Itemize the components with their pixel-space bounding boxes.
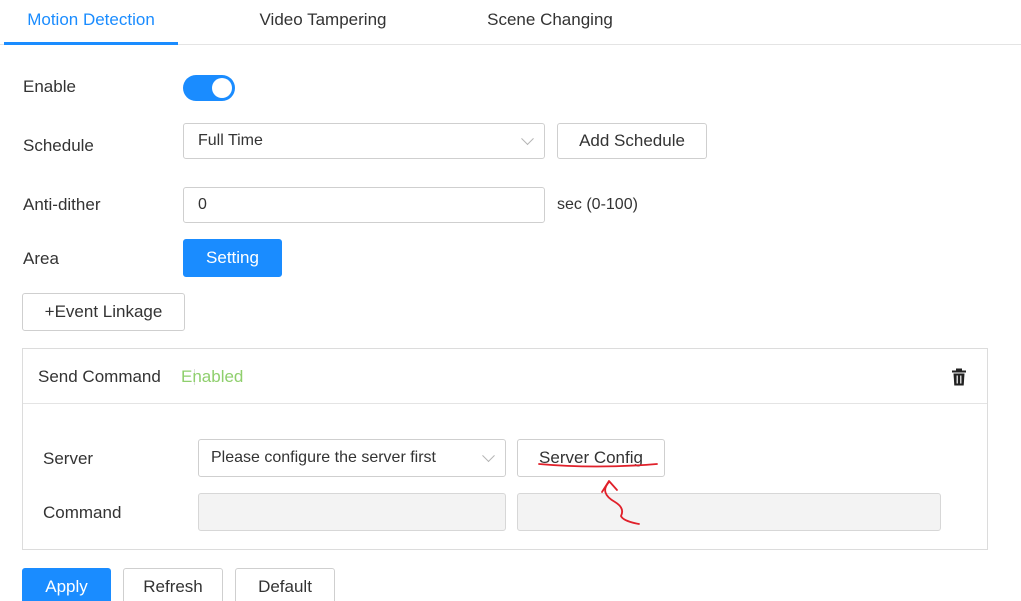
command-input[interactable] [198, 493, 506, 531]
annotation-arrow-icon [538, 463, 658, 525]
antidither-input[interactable]: 0 [183, 187, 545, 223]
schedule-label: Schedule [23, 136, 94, 155]
chevron-down-icon [482, 449, 495, 463]
apply-button[interactable]: Apply [22, 568, 111, 601]
send-command-header: Send Command Enabled [23, 349, 987, 404]
schedule-select-value: Full Time [198, 132, 263, 149]
tab-scene-changing[interactable]: Scene Changing [470, 0, 630, 45]
send-command-status: Enabled [181, 367, 244, 386]
tab-motion-detection[interactable]: Motion Detection [4, 0, 178, 45]
tab-bar: Motion Detection Video Tampering Scene C… [0, 0, 1021, 45]
trash-icon[interactable] [951, 368, 967, 386]
add-schedule-button[interactable]: Add Schedule [557, 123, 707, 159]
command-label: Command [43, 503, 122, 522]
schedule-select[interactable]: Full Time [183, 123, 545, 159]
server-label: Server [43, 449, 94, 468]
area-setting-button[interactable]: Setting [183, 239, 282, 277]
server-select[interactable]: Please configure the server first [198, 439, 506, 477]
enable-label: Enable [23, 77, 76, 96]
chevron-down-icon [521, 132, 534, 146]
default-button[interactable]: Default [235, 568, 335, 601]
tab-video-tampering[interactable]: Video Tampering [240, 0, 406, 45]
send-command-title: Send Command [38, 367, 161, 386]
antidither-unit: sec (0-100) [557, 196, 638, 213]
toggle-knob [212, 78, 232, 98]
server-select-value: Please configure the server first [211, 449, 436, 466]
antidither-input-value: 0 [198, 196, 207, 213]
enable-toggle[interactable] [183, 75, 235, 101]
event-linkage-button[interactable]: +Event Linkage [22, 293, 185, 331]
active-tab-indicator [4, 42, 178, 45]
refresh-button[interactable]: Refresh [123, 568, 223, 601]
antidither-label: Anti-dither [23, 195, 101, 214]
motion-detection-page: Motion Detection Video Tampering Scene C… [0, 0, 1021, 601]
area-label: Area [23, 249, 59, 268]
send-command-panel: Send Command Enabled Server Please confi… [22, 348, 988, 550]
